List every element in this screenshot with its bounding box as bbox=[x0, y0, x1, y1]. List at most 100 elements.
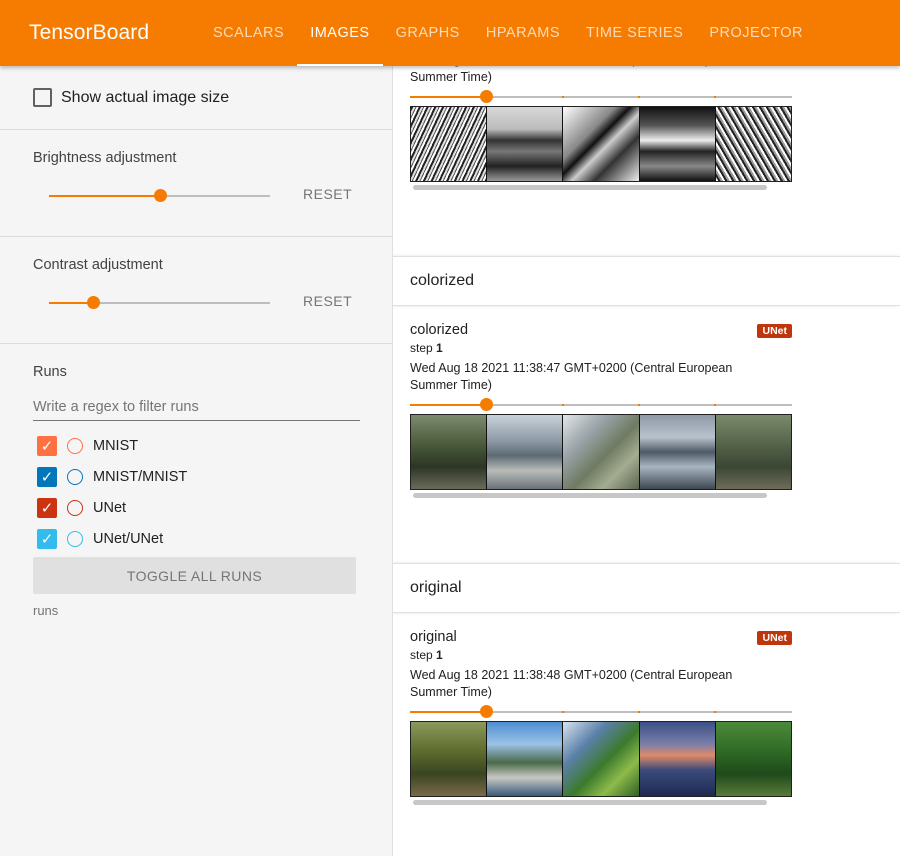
contrast-title: Contrast adjustment bbox=[33, 257, 163, 273]
image-strip-scrollbar[interactable] bbox=[413, 493, 767, 498]
images-dashboard[interactable]: Wed Aug 18 2021 11:38:47 GMT+0200 (Centr… bbox=[393, 66, 900, 856]
card-step: step 1 bbox=[410, 648, 793, 662]
contrast-section: Contrast adjustment RESET bbox=[0, 237, 392, 344]
top-app-bar: TensorBoard SCALARS IMAGES GRAPHS HPARAM… bbox=[0, 0, 900, 66]
brightness-section: Brightness adjustment RESET bbox=[0, 130, 392, 237]
step-slider[interactable] bbox=[410, 90, 792, 103]
tag-group-header[interactable]: original bbox=[393, 563, 900, 613]
run-badge: UNet bbox=[757, 631, 792, 645]
run-color-dot[interactable] bbox=[67, 468, 83, 485]
step-tick bbox=[714, 711, 716, 713]
run-item[interactable]: ✓ MNIST/MNIST bbox=[33, 461, 392, 492]
contrast-slider-thumb[interactable] bbox=[87, 296, 101, 309]
image-tile bbox=[715, 415, 791, 489]
card-step-value: 1 bbox=[436, 648, 443, 662]
image-size-section: Show actual image size bbox=[0, 66, 392, 130]
image-strip[interactable] bbox=[410, 106, 792, 182]
card-title: original bbox=[410, 629, 457, 645]
runs-footer: runs bbox=[33, 603, 59, 618]
step-tick bbox=[638, 96, 640, 98]
run-item[interactable]: ✓ UNet bbox=[33, 492, 392, 523]
image-strip-scrollbar[interactable] bbox=[413, 185, 767, 190]
card-step-label: step bbox=[410, 648, 433, 662]
tab-time-series[interactable]: TIME SERIES bbox=[573, 0, 696, 66]
card-timestamp: Wed Aug 18 2021 11:38:48 GMT+0200 (Centr… bbox=[410, 668, 733, 699]
image-tile bbox=[639, 722, 716, 796]
step-slider-fill bbox=[410, 711, 487, 713]
step-slider[interactable] bbox=[410, 398, 792, 411]
image-tile bbox=[487, 107, 564, 181]
run-checkbox[interactable]: ✓ bbox=[37, 435, 57, 456]
tab-images[interactable]: IMAGES bbox=[297, 0, 384, 66]
image-tile bbox=[639, 107, 716, 181]
image-tile bbox=[487, 415, 564, 489]
show-actual-size-label: Show actual image size bbox=[61, 88, 230, 106]
step-slider[interactable] bbox=[410, 705, 792, 718]
image-strip[interactable] bbox=[410, 721, 792, 797]
image-card: original UNet step 1 Wed Aug 18 2021 11:… bbox=[410, 629, 793, 809]
show-actual-size-checkbox[interactable] bbox=[33, 88, 52, 107]
run-checkbox[interactable]: ✓ bbox=[37, 466, 57, 487]
step-tick bbox=[638, 404, 640, 406]
step-tick bbox=[714, 404, 716, 406]
tab-scalars[interactable]: SCALARS bbox=[200, 0, 297, 66]
card-step-label: step bbox=[410, 341, 433, 355]
step-slider-fill bbox=[410, 96, 487, 98]
image-strip[interactable] bbox=[410, 414, 792, 490]
image-tile bbox=[639, 415, 716, 489]
tab-projector[interactable]: PROJECTOR bbox=[696, 0, 816, 66]
run-color-dot[interactable] bbox=[67, 437, 83, 454]
image-tile bbox=[715, 722, 791, 796]
runs-filter-input[interactable]: Write a regex to filter runs bbox=[33, 399, 360, 421]
image-tile bbox=[411, 415, 488, 489]
tab-graphs[interactable]: GRAPHS bbox=[383, 0, 473, 66]
run-label: MNIST/MNIST bbox=[93, 468, 188, 485]
card-step-value: 1 bbox=[436, 341, 443, 355]
run-label: MNIST bbox=[93, 437, 139, 454]
image-tile bbox=[411, 722, 488, 796]
contrast-reset-button[interactable]: RESET bbox=[303, 293, 352, 309]
tag-group-header[interactable]: colorized bbox=[393, 256, 900, 306]
step-tick bbox=[714, 96, 716, 98]
runs-title: Runs bbox=[33, 364, 67, 380]
run-label: UNet/UNet bbox=[93, 530, 164, 547]
brightness-title: Brightness adjustment bbox=[33, 150, 177, 166]
image-tile bbox=[715, 107, 791, 181]
runs-section: Runs Write a regex to filter runs ✓ MNIS… bbox=[0, 344, 392, 618]
card-step: step 1 bbox=[410, 341, 793, 355]
image-strip-scrollbar[interactable] bbox=[413, 800, 767, 805]
brightness-slider-fill bbox=[49, 195, 160, 197]
card-timestamp: Wed Aug 18 2021 11:38:47 GMT+0200 (Centr… bbox=[410, 66, 732, 84]
image-tile bbox=[563, 415, 640, 489]
run-item[interactable]: ✓ UNet/UNet bbox=[33, 523, 392, 554]
step-tick bbox=[562, 96, 564, 98]
brightness-slider[interactable] bbox=[49, 189, 270, 202]
run-item[interactable]: ✓ MNIST bbox=[33, 430, 392, 461]
step-tick bbox=[562, 404, 564, 406]
contrast-slider[interactable] bbox=[49, 296, 270, 309]
step-slider-thumb[interactable] bbox=[480, 398, 494, 411]
card-timestamp: Wed Aug 18 2021 11:38:47 GMT+0200 (Centr… bbox=[410, 361, 733, 392]
run-badge: UNet bbox=[757, 324, 792, 338]
runs-list: ✓ MNIST ✓ MNIST/MNIST ✓ UNet ✓ UNet/UNet bbox=[33, 430, 392, 554]
tab-hparams[interactable]: HPARAMS bbox=[473, 0, 573, 66]
run-checkbox[interactable]: ✓ bbox=[37, 528, 57, 549]
image-tile bbox=[563, 107, 640, 181]
step-tick bbox=[562, 711, 564, 713]
run-checkbox[interactable]: ✓ bbox=[37, 497, 57, 518]
run-label: UNet bbox=[93, 499, 127, 516]
step-slider-thumb[interactable] bbox=[480, 90, 494, 103]
card-title: colorized bbox=[410, 322, 469, 338]
show-actual-size-row[interactable]: Show actual image size bbox=[0, 66, 392, 129]
run-color-dot[interactable] bbox=[67, 499, 83, 516]
toggle-all-runs-button[interactable]: TOGGLE ALL RUNS bbox=[33, 557, 356, 594]
brightness-slider-thumb[interactable] bbox=[153, 189, 167, 202]
step-slider-thumb[interactable] bbox=[480, 705, 494, 718]
image-tile bbox=[563, 722, 640, 796]
image-card: Wed Aug 18 2021 11:38:47 GMT+0200 (Centr… bbox=[410, 66, 793, 192]
run-color-dot[interactable] bbox=[67, 530, 83, 547]
image-tile bbox=[487, 722, 564, 796]
brightness-reset-button[interactable]: RESET bbox=[303, 186, 352, 202]
step-tick bbox=[638, 711, 640, 713]
image-tile bbox=[411, 107, 488, 181]
